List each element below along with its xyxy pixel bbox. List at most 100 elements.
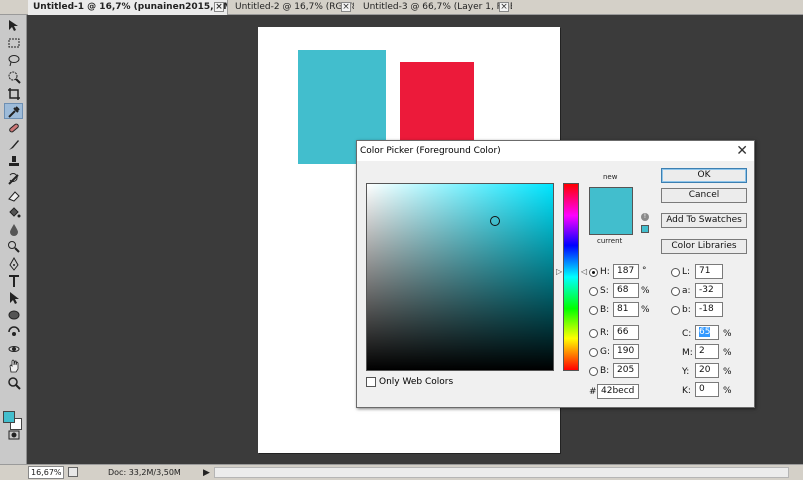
hex-field[interactable]: 42becd — [597, 384, 639, 399]
cyan-field[interactable]: 65 — [695, 325, 719, 340]
quick-mask-icon[interactable] — [4, 427, 23, 443]
quick-select-tool-icon[interactable] — [4, 69, 23, 85]
green-field[interactable]: 190 — [613, 344, 639, 359]
blur-tool-icon[interactable] — [4, 222, 23, 238]
add-to-swatches-button[interactable]: Add To Swatches — [661, 213, 747, 228]
foreground-color-swatch[interactable] — [3, 411, 15, 423]
move-tool-icon[interactable] — [4, 18, 23, 34]
color-libraries-button[interactable]: Color Libraries — [661, 239, 747, 254]
close-icon[interactable]: ✕ — [736, 142, 748, 160]
hue-field[interactable]: 187 — [613, 264, 639, 279]
current-color-swatch[interactable] — [589, 211, 633, 235]
brush-tool-icon[interactable] — [4, 137, 23, 153]
lightness-field[interactable]: 71 — [695, 264, 723, 279]
brightness-label: B: — [600, 305, 610, 315]
a-channel-radio[interactable] — [671, 287, 680, 296]
brightness-unit: % — [641, 305, 650, 315]
history-brush-tool-icon[interactable] — [4, 171, 23, 187]
saturation-label: S: — [600, 286, 609, 296]
red-label: R: — [600, 328, 610, 338]
lightness-radio[interactable] — [671, 268, 680, 277]
b-channel-radio[interactable] — [671, 306, 680, 315]
canvas-red-rectangle — [400, 62, 474, 144]
yellow-unit: % — [723, 367, 732, 377]
status-bar: 16,67% Doc: 33,2M/3,50M ▶ — [0, 464, 803, 480]
close-tab-icon[interactable]: × — [499, 2, 509, 12]
color-field[interactable] — [366, 183, 554, 371]
cyan-unit: % — [723, 329, 732, 339]
hue-slider-left-arrow-icon[interactable]: ▷ — [556, 267, 562, 276]
close-tab-icon[interactable]: × — [341, 2, 351, 12]
b-channel-label: b: — [682, 305, 691, 315]
status-info-icon[interactable] — [68, 467, 78, 477]
tab-label: Untitled-2 @ 16,7% (RGB/8) * — [235, 2, 354, 12]
tab-untitled-2[interactable]: Untitled-2 @ 16,7% (RGB/8) * × — [230, 0, 354, 15]
blue-radio[interactable] — [589, 367, 598, 376]
horizontal-scrollbar[interactable] — [214, 467, 789, 478]
color-field-cursor[interactable] — [490, 216, 500, 226]
saturation-field[interactable]: 68 — [613, 283, 639, 298]
new-color-label: new — [603, 173, 618, 181]
eyedropper-tool-icon[interactable] — [4, 103, 23, 119]
brightness-radio[interactable] — [589, 306, 598, 315]
blue-label: B: — [600, 366, 610, 376]
a-channel-field[interactable]: -32 — [695, 283, 723, 298]
zoom-level-field[interactable]: 16,67% — [28, 466, 64, 479]
hue-slider-right-arrow-icon[interactable]: ◁ — [581, 267, 587, 276]
3d-rotate-tool-icon[interactable] — [4, 324, 23, 340]
yellow-label: Y: — [682, 367, 690, 377]
brightness-field[interactable]: 81 — [613, 302, 639, 317]
saturation-unit: % — [641, 286, 650, 296]
new-color-swatch — [589, 187, 633, 211]
black-unit: % — [723, 386, 732, 396]
type-tool-icon[interactable] — [4, 273, 23, 289]
cyan-label: C: — [682, 329, 692, 339]
black-label: K: — [682, 386, 691, 396]
red-field[interactable]: 66 — [613, 325, 639, 340]
marquee-tool-icon[interactable] — [4, 35, 23, 51]
black-field[interactable]: 0 — [695, 382, 719, 397]
magenta-unit: % — [723, 348, 732, 358]
zoom-tool-icon[interactable] — [4, 375, 23, 391]
hue-slider[interactable] — [563, 183, 579, 371]
crop-tool-icon[interactable] — [4, 86, 23, 102]
clone-stamp-tool-icon[interactable] — [4, 154, 23, 170]
eraser-tool-icon[interactable] — [4, 188, 23, 204]
green-label: G: — [600, 347, 611, 357]
red-radio[interactable] — [589, 329, 598, 338]
dodge-tool-icon[interactable] — [4, 239, 23, 255]
saturation-radio[interactable] — [589, 287, 598, 296]
cancel-button[interactable]: Cancel — [661, 188, 747, 203]
document-tab-bar: Untitled-1 @ 16,7% (punainen2015, CMYK/8… — [0, 0, 803, 15]
hue-label: H: — [600, 267, 610, 277]
lasso-tool-icon[interactable] — [4, 52, 23, 68]
healing-brush-tool-icon[interactable] — [4, 120, 23, 136]
tab-untitled-3[interactable]: Untitled-3 @ 66,7% (Layer 1, RGB/8) * × — [358, 0, 512, 15]
paint-bucket-tool-icon[interactable] — [4, 205, 23, 221]
3d-orbit-tool-icon[interactable] — [4, 341, 23, 357]
current-color-label: current — [597, 237, 623, 245]
color-picker-dialog: Color Picker (Foreground Color) ✕ ▷ ◁ ne… — [356, 140, 755, 408]
pen-tool-icon[interactable] — [4, 256, 23, 272]
hand-tool-icon[interactable] — [4, 358, 23, 374]
only-web-colors-checkbox[interactable] — [366, 377, 376, 387]
hue-radio[interactable] — [589, 268, 598, 277]
status-menu-arrow-icon[interactable]: ▶ — [203, 466, 210, 480]
close-tab-icon[interactable]: × — [214, 2, 224, 12]
b-channel-field[interactable]: -18 — [695, 302, 723, 317]
shape-tool-icon[interactable] — [4, 307, 23, 323]
hue-unit: ° — [642, 266, 647, 276]
lightness-label: L: — [682, 267, 691, 277]
yellow-field[interactable]: 20 — [695, 363, 719, 378]
green-radio[interactable] — [589, 348, 598, 357]
blue-field[interactable]: 205 — [613, 363, 639, 378]
only-web-colors-label: Only Web Colors — [379, 377, 454, 387]
gamut-warning-icon[interactable]: ! — [641, 213, 649, 221]
ok-button[interactable]: OK — [661, 168, 747, 183]
tab-untitled-1[interactable]: Untitled-1 @ 16,7% (punainen2015, CMYK/8… — [28, 0, 228, 15]
magenta-field[interactable]: 2 — [695, 344, 719, 359]
hex-label: # — [589, 387, 597, 397]
gamut-correction-swatch[interactable] — [641, 225, 649, 233]
path-select-tool-icon[interactable] — [4, 290, 23, 306]
doc-size-info: Doc: 33,2M/3,50M — [108, 468, 181, 477]
